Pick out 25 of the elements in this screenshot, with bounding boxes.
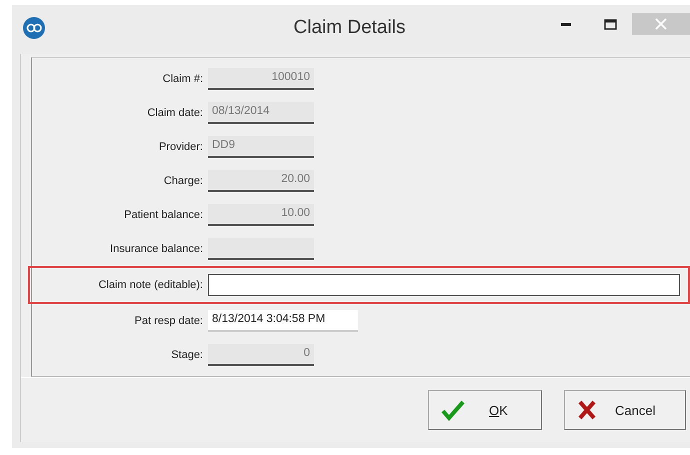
readonly-field: DD9 xyxy=(208,136,314,158)
input-field[interactable] xyxy=(208,274,680,296)
field-label: Provider: xyxy=(158,141,204,153)
ok-button[interactable]: OK xyxy=(428,390,542,430)
checkmark-icon xyxy=(441,399,465,421)
close-icon xyxy=(655,18,667,30)
field-label: Patient balance: xyxy=(123,209,204,221)
input-field[interactable]: 8/13/2014 3:04:58 PM xyxy=(208,310,358,332)
app-logo-icon xyxy=(23,16,45,38)
cross-icon xyxy=(577,399,597,421)
field-label: Claim #: xyxy=(162,73,204,85)
field-label: Insurance balance: xyxy=(109,243,204,255)
cancel-button[interactable]: Cancel xyxy=(564,390,686,430)
readonly-field: 10.00 xyxy=(208,204,314,226)
readonly-field: 08/13/2014 xyxy=(208,102,314,124)
readonly-field: 20.00 xyxy=(208,170,314,192)
field-label: Pat resp date: xyxy=(134,315,204,327)
field-label: Charge: xyxy=(162,175,204,187)
window-title: Claim Details xyxy=(292,16,406,38)
maximize-icon xyxy=(604,18,616,30)
field-label: Stage: xyxy=(170,349,204,361)
readonly-field: 100010 xyxy=(208,68,314,90)
field-label: Claim note (editable): xyxy=(97,279,204,291)
readonly-field: 0 xyxy=(208,344,314,366)
field-label: Claim date: xyxy=(146,107,204,119)
